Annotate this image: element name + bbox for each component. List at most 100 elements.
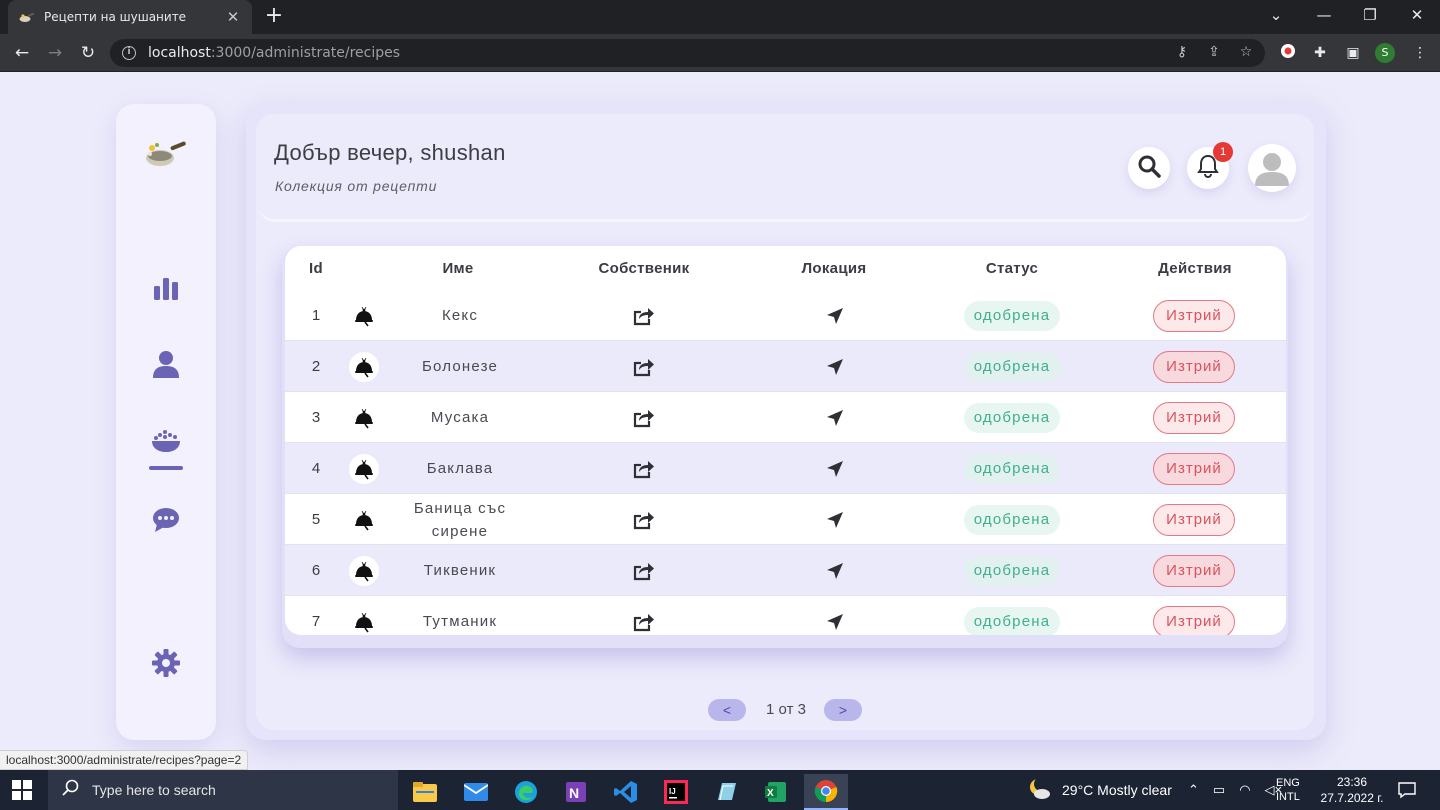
- location-arrow-icon[interactable]: [820, 494, 850, 545]
- address-bar[interactable]: i localhost :3000/administrate/recipes ⚷…: [110, 39, 1265, 67]
- sidebar-item-comments[interactable]: [146, 502, 186, 542]
- chat-bubble-icon: [152, 507, 180, 537]
- notepad-icon[interactable]: [704, 774, 748, 810]
- recipe-id: 3: [311, 409, 321, 426]
- owner-link-icon[interactable]: [629, 443, 659, 494]
- browser-tab[interactable]: Рецепти на шушаните ✕: [8, 0, 252, 34]
- recipe-image: [347, 443, 381, 494]
- sidebar-item-recipes[interactable]: [146, 422, 186, 462]
- owner-link-icon[interactable]: [629, 545, 659, 596]
- reload-icon[interactable]: ↻: [76, 41, 100, 65]
- table-row: 5 Баница със сирене одобрена Изтрий: [285, 494, 1286, 545]
- location-arrow-icon[interactable]: [820, 392, 850, 443]
- side-panel-icon[interactable]: ▣: [1343, 43, 1363, 63]
- recipe-name: Баклава: [426, 460, 494, 477]
- record-extension-icon[interactable]: [1278, 43, 1298, 63]
- owner-link-icon[interactable]: [629, 494, 659, 545]
- pan-favicon-icon: [18, 9, 34, 25]
- location-arrow-icon[interactable]: [820, 545, 850, 596]
- minimize-icon[interactable]: —: [1313, 6, 1335, 24]
- bookmark-star-icon[interactable]: ☆: [1237, 44, 1255, 60]
- recipe-image: [347, 341, 381, 392]
- recipe-id: 6: [311, 562, 321, 579]
- language-indicator[interactable]: ENG INTL: [1276, 770, 1300, 810]
- onenote-icon[interactable]: N: [554, 774, 598, 810]
- recipe-name: Мусака: [430, 409, 490, 426]
- recipe-image: [347, 290, 381, 341]
- site-info-icon[interactable]: i: [122, 46, 136, 60]
- recipe-name: Болонезе: [421, 358, 499, 375]
- edge-browser-icon[interactable]: [504, 774, 548, 810]
- sidebar-item-users[interactable]: [146, 346, 186, 386]
- location-arrow-icon[interactable]: [820, 443, 850, 494]
- delete-button[interactable]: Изтрий: [1153, 452, 1235, 485]
- browser-menu-icon[interactable]: ⋮: [1410, 43, 1430, 63]
- tab-search-chevron-icon[interactable]: ⌄: [1265, 6, 1287, 24]
- forward-icon[interactable]: →: [43, 41, 67, 65]
- extensions-puzzle-icon[interactable]: ✚: [1310, 43, 1330, 63]
- vscode-icon[interactable]: [604, 774, 648, 810]
- sidebar: [116, 104, 216, 740]
- cloche-dish-icon: [349, 351, 379, 382]
- mail-icon[interactable]: [454, 774, 498, 810]
- delete-button[interactable]: Изтрий: [1153, 554, 1235, 587]
- tab-close-icon[interactable]: ✕: [224, 8, 242, 26]
- status-cell: одобрена: [962, 545, 1062, 596]
- user-icon: [152, 350, 180, 382]
- delete-button[interactable]: Изтрий: [1153, 401, 1235, 434]
- notifications-center-icon[interactable]: [1398, 770, 1416, 810]
- clock[interactable]: 23:36 27.7.2022 г.: [1316, 770, 1388, 810]
- status-cell: одобрена: [962, 596, 1062, 635]
- wifi-icon[interactable]: ◠: [1239, 782, 1250, 798]
- system-tray: ⌃ ▭ ◠ ◁×: [1188, 770, 1282, 810]
- delete-button[interactable]: Изтрий: [1153, 299, 1235, 332]
- tray-chevron-icon[interactable]: ⌃: [1188, 782, 1199, 798]
- lang-top: ENG: [1276, 777, 1300, 789]
- windows-start-icon[interactable]: [12, 780, 32, 800]
- clock-time: 23:36: [1336, 775, 1368, 789]
- close-window-icon[interactable]: ✕: [1406, 6, 1428, 24]
- profile-avatar[interactable]: S: [1375, 43, 1395, 63]
- restore-icon[interactable]: ❐: [1359, 6, 1381, 24]
- delete-button[interactable]: Изтрий: [1153, 350, 1235, 383]
- location-arrow-icon[interactable]: [820, 290, 850, 341]
- location-arrow-icon[interactable]: [820, 596, 850, 635]
- owner-link-icon[interactable]: [629, 392, 659, 443]
- svg-text:X: X: [767, 788, 774, 799]
- chrome-icon[interactable]: [804, 774, 848, 810]
- column-header-owner: Собственик: [598, 260, 690, 277]
- share-icon[interactable]: ⇪: [1205, 44, 1223, 60]
- recipe-id: 5: [311, 511, 321, 528]
- prev-page-button[interactable]: <: [708, 699, 746, 721]
- location-arrow-icon[interactable]: [820, 341, 850, 392]
- table-row: 1 Кекс одобрена Изтрий: [285, 290, 1286, 341]
- weather-widget[interactable]: 29°C Mostly clear: [1028, 770, 1172, 810]
- search-button[interactable]: [1128, 147, 1170, 189]
- taskbar-search[interactable]: Type here to search: [48, 770, 398, 810]
- battery-icon[interactable]: ▭: [1213, 782, 1225, 798]
- table-row: 4 Баклава одобрена Изтрий: [285, 443, 1286, 494]
- status-badge: одобрена: [963, 504, 1061, 535]
- cloche-dish-icon: [349, 453, 379, 484]
- delete-button[interactable]: Изтрий: [1153, 503, 1235, 536]
- next-page-button[interactable]: >: [824, 699, 862, 721]
- delete-button[interactable]: Изтрий: [1153, 605, 1235, 635]
- food-bowl-icon: [151, 427, 181, 457]
- sidebar-item-statistics[interactable]: [146, 270, 186, 310]
- new-tab-icon[interactable]: +: [262, 5, 286, 29]
- file-explorer-icon[interactable]: [403, 774, 447, 810]
- cloche-dish-icon: [349, 606, 379, 635]
- key-icon[interactable]: ⚷: [1173, 44, 1191, 60]
- owner-link-icon[interactable]: [629, 596, 659, 635]
- sidebar-item-settings[interactable]: [146, 645, 186, 685]
- app-logo[interactable]: [142, 134, 190, 174]
- intellij-icon[interactable]: IJ: [654, 774, 698, 810]
- owner-link-icon[interactable]: [629, 341, 659, 392]
- back-icon[interactable]: ←: [10, 41, 34, 65]
- status-badge: одобрена: [963, 402, 1061, 433]
- user-avatar[interactable]: [1248, 144, 1296, 192]
- owner-link-icon[interactable]: [629, 290, 659, 341]
- active-indicator: [149, 466, 183, 470]
- status-bar-url: localhost:3000/administrate/recipes?page…: [0, 750, 249, 770]
- excel-icon[interactable]: X: [754, 774, 798, 810]
